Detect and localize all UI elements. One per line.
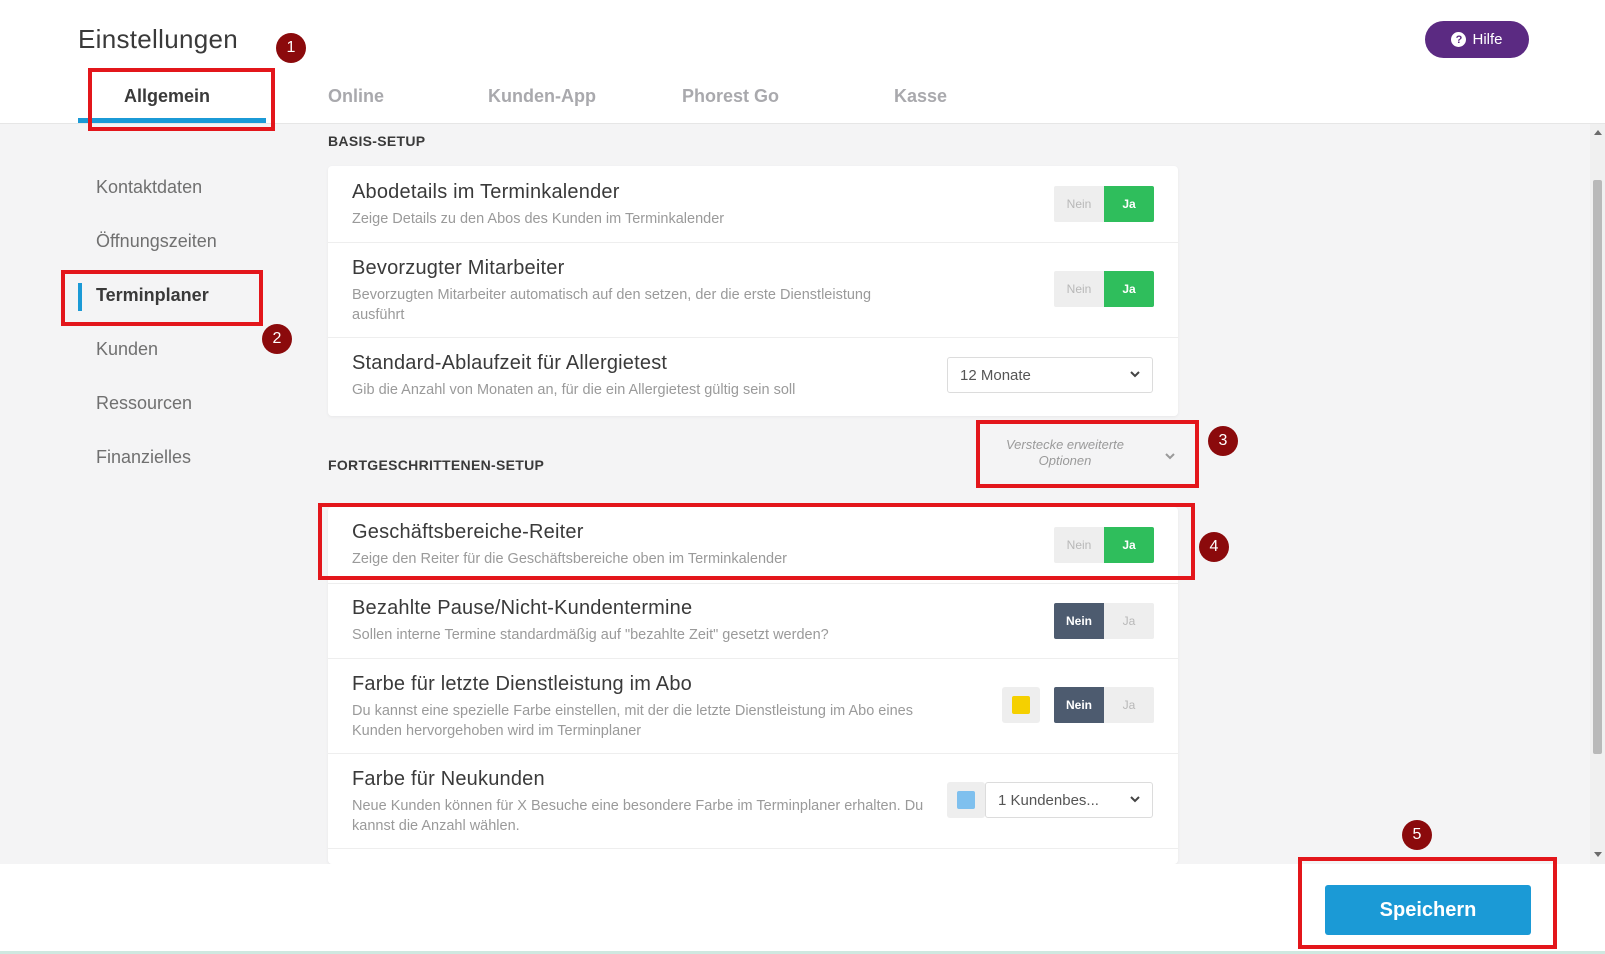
setting-row: Farbe für Neukunden Neue Kunden können f…	[328, 754, 1178, 849]
setting-description: Zeige Details zu den Abos des Kunden im …	[352, 211, 725, 227]
chevron-down-icon	[1130, 371, 1140, 378]
annotation-box-3	[976, 420, 1199, 488]
setting-description: Bevorzugten Mitarbeiter automatisch auf …	[352, 287, 872, 323]
annotation-marker-3: 3	[1208, 426, 1238, 456]
setting-description: Sollen interne Termine standardmäßig auf…	[352, 627, 829, 643]
setting-row: Standard-Ablaufzeit für Allergietest Gib…	[328, 338, 1178, 416]
toggle-no[interactable]: Nein	[1054, 271, 1104, 307]
annotation-marker-2: 2	[262, 324, 292, 354]
tab-online[interactable]: Online	[328, 86, 384, 107]
setting-title: Standard-Ablaufzeit für Allergietest	[352, 352, 668, 374]
setting-description: Du kannst eine spezielle Farbe einstelle…	[352, 703, 913, 739]
section-heading-basis: BASIS-SETUP	[328, 133, 426, 149]
tab-kunden-app[interactable]: Kunden-App	[488, 86, 596, 107]
new-customer-visits-select[interactable]: 1 Kundenbes...	[985, 782, 1153, 818]
setting-title: Farbe für Neukunden	[352, 768, 545, 790]
toggle-yes[interactable]: Ja	[1104, 186, 1154, 222]
setting-title: Farbe für letzte Dienstleistung im Abo	[352, 673, 692, 695]
toggle-yes[interactable]: Ja	[1104, 687, 1154, 723]
select-value: 12 Monate	[960, 366, 1031, 384]
setting-description: Gib die Anzahl von Monaten an, für die e…	[352, 382, 796, 398]
yes-no-toggle[interactable]: Nein Ja	[1054, 186, 1154, 222]
basis-setup-card: Abodetails im Terminkalender Zeige Detai…	[328, 166, 1178, 416]
sidebar-item-finanzielles[interactable]: Finanzielles	[96, 447, 191, 468]
yes-no-toggle[interactable]: Nein Ja	[1054, 687, 1154, 723]
sidebar-item-kontaktdaten[interactable]: Kontaktdaten	[96, 177, 202, 198]
color-picker-button[interactable]	[1002, 687, 1040, 723]
annotation-marker-5: 5	[1402, 820, 1432, 850]
yes-no-toggle[interactable]: Nein Ja	[1054, 271, 1154, 307]
annotation-marker-4: 4	[1199, 532, 1229, 562]
chevron-down-icon	[1130, 796, 1140, 803]
toggle-no[interactable]: Nein	[1054, 687, 1104, 723]
scroll-thumb[interactable]	[1593, 180, 1602, 754]
setting-title: Bezahlte Pause/Nicht-Kundentermine	[352, 597, 693, 619]
tab-phorest-go[interactable]: Phorest Go	[682, 86, 779, 107]
scroll-up-arrow-icon[interactable]	[1594, 130, 1602, 135]
tab-kasse[interactable]: Kasse	[894, 86, 947, 107]
sidebar-item-ressourcen[interactable]: Ressourcen	[96, 393, 192, 414]
toggle-yes[interactable]: Ja	[1104, 603, 1154, 639]
setting-row: Bezahlte Pause/Nicht-Kundentermine Solle…	[328, 584, 1178, 659]
toggle-no[interactable]: Nein	[1054, 186, 1104, 222]
annotation-box-2	[61, 270, 263, 326]
annotation-marker-1: 1	[276, 33, 306, 63]
help-label: Hilfe	[1472, 31, 1503, 48]
sidebar-item-kunden[interactable]: Kunden	[96, 339, 158, 360]
sidebar-item-oeffnungszeiten[interactable]: Öffnungszeiten	[96, 231, 217, 252]
allergy-test-months-select[interactable]: 12 Monate	[947, 357, 1153, 393]
vertical-scrollbar[interactable]	[1590, 124, 1605, 864]
setting-title: Abodetails im Terminkalender	[352, 181, 620, 203]
setting-row: Bevorzugter Mitarbeiter Bevorzugten Mita…	[328, 243, 1178, 338]
setting-row: Abodetails im Terminkalender Zeige Detai…	[328, 166, 1178, 243]
yes-no-toggle[interactable]: Nein Ja	[1054, 603, 1154, 639]
annotation-box-5	[1298, 857, 1557, 949]
page-title: Einstellungen	[78, 24, 239, 54]
annotation-box-4	[318, 503, 1195, 580]
setting-title: Bevorzugter Mitarbeiter	[352, 257, 565, 279]
help-button[interactable]: ? Hilfe	[1425, 21, 1529, 58]
color-swatch-yellow	[1012, 696, 1030, 714]
select-value: 1 Kundenbes...	[998, 791, 1099, 809]
toggle-no[interactable]: Nein	[1054, 603, 1104, 639]
toggle-yes[interactable]: Ja	[1104, 271, 1154, 307]
color-swatch-blue	[957, 791, 975, 809]
section-heading-advanced: FORTGESCHRITTENEN-SETUP	[328, 457, 545, 473]
annotation-box-1	[88, 68, 275, 131]
question-circle-icon: ?	[1451, 32, 1467, 47]
color-picker-button[interactable]	[947, 782, 985, 818]
scroll-down-arrow-icon[interactable]	[1594, 852, 1602, 857]
setting-row: Farbe für letzte Dienstleistung im Abo D…	[328, 659, 1178, 754]
setting-description: Neue Kunden können für X Besuche eine be…	[352, 798, 924, 834]
